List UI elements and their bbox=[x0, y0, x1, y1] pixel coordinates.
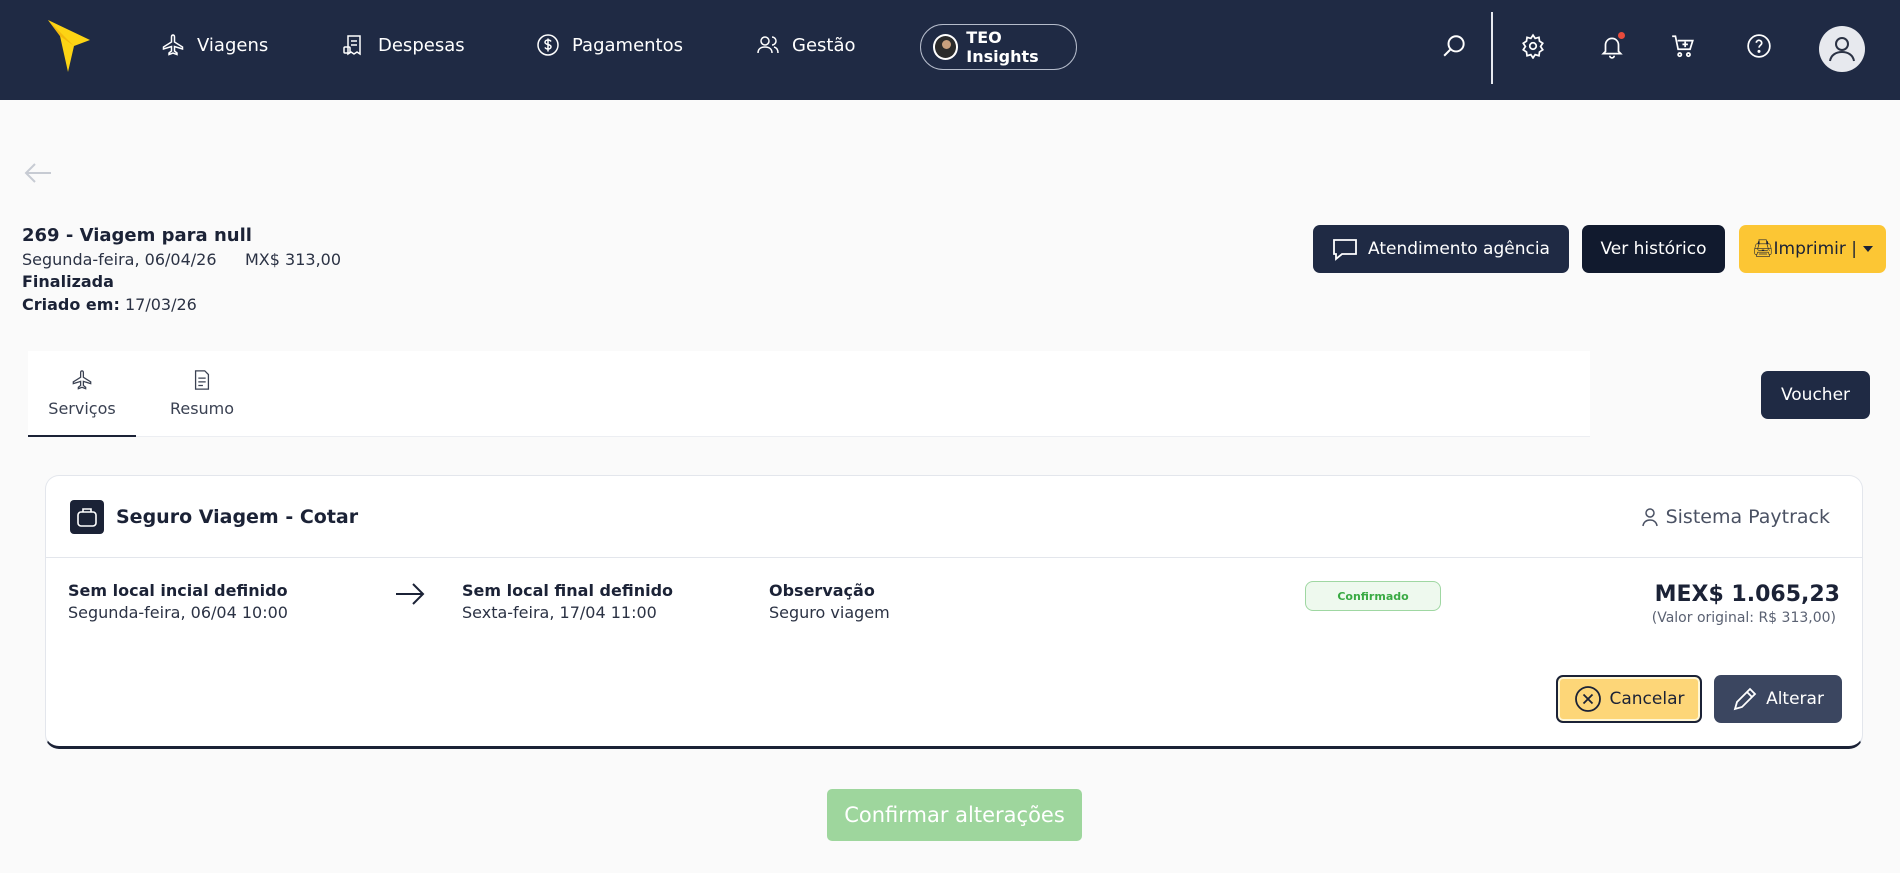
help-icon bbox=[1747, 34, 1771, 58]
voucher-label: Voucher bbox=[1780, 385, 1851, 405]
created-value: 17/03/26 bbox=[124, 295, 197, 314]
search-button[interactable] bbox=[1439, 30, 1471, 62]
plane-icon bbox=[72, 370, 92, 390]
help-button[interactable] bbox=[1743, 30, 1775, 62]
nav-pagamentos[interactable]: Pagamentos bbox=[536, 30, 683, 60]
caret-down-icon bbox=[1863, 246, 1874, 252]
nav-despesas[interactable]: Despesas bbox=[342, 30, 465, 60]
trip-date: Segunda-feira, 06/04/26 bbox=[22, 250, 217, 269]
origin-label: Sem local incial definido bbox=[68, 581, 288, 600]
users-icon bbox=[757, 36, 779, 54]
arrow-right-icon bbox=[396, 583, 425, 605]
user-icon bbox=[1829, 37, 1855, 62]
chat-icon bbox=[1333, 239, 1357, 261]
service-price: MEX$ 1.065,23 bbox=[1654, 582, 1840, 607]
luggage-icon bbox=[70, 500, 104, 534]
nav-viagens-label: Viagens bbox=[197, 34, 269, 56]
print-label: 🖨Imprimir | bbox=[1751, 239, 1858, 259]
top-navbar: Viagens Despesas Pagamentos Gestão TEO I… bbox=[0, 0, 1900, 100]
destination-date: Sexta-feira, 17/04 11:00 bbox=[462, 603, 657, 622]
observation-label: Observação bbox=[769, 581, 875, 600]
user-outline-icon bbox=[1641, 508, 1658, 527]
created-label: Criado em: bbox=[22, 295, 120, 314]
dollar-icon bbox=[537, 34, 559, 56]
print-button[interactable]: 🖨Imprimir | bbox=[1739, 225, 1886, 273]
service-provider-label: Sistema Paytrack bbox=[1665, 506, 1830, 528]
confirm-changes-button[interactable]: Confirmar alterações bbox=[827, 789, 1082, 841]
nav-gestao-label: Gestão bbox=[792, 34, 856, 56]
notification-dot bbox=[1618, 32, 1625, 39]
cart-icon bbox=[1672, 35, 1694, 58]
history-label: Ver histórico bbox=[1600, 239, 1707, 259]
trip-amount: MX$ 313,00 bbox=[245, 250, 342, 269]
history-button[interactable]: Ver histórico bbox=[1582, 225, 1725, 273]
close-circle-icon bbox=[1574, 686, 1601, 712]
search-icon bbox=[1443, 35, 1465, 57]
service-title: Seguro Viagem - Cotar bbox=[116, 506, 359, 528]
cart-button[interactable] bbox=[1667, 30, 1699, 62]
destination-label: Sem local final definido bbox=[462, 581, 674, 600]
receipt-icon bbox=[343, 35, 361, 56]
teo-avatar bbox=[933, 34, 959, 60]
tab-resumo-label: Resumo bbox=[169, 399, 235, 418]
pencil-icon bbox=[1733, 687, 1757, 711]
teo-insights-label: TEO Insights bbox=[966, 28, 1039, 66]
status-badge: Confirmado bbox=[1305, 581, 1441, 611]
document-icon bbox=[194, 370, 210, 390]
edit-button[interactable]: Alterar bbox=[1714, 675, 1842, 723]
tab-servicos[interactable]: Serviços bbox=[28, 369, 136, 437]
agency-support-button[interactable]: Atendimento agência bbox=[1313, 225, 1569, 273]
plane-icon bbox=[162, 34, 184, 56]
service-card: Seguro Viagem - Cotar Sistema Paytrack S… bbox=[45, 475, 1863, 749]
teo-insights-button[interactable]: TEO Insights bbox=[920, 24, 1077, 70]
service-card-header: Seguro Viagem - Cotar Sistema Paytrack bbox=[46, 476, 1862, 558]
tabs-panel: Serviços Resumo bbox=[28, 351, 1590, 437]
settings-button[interactable] bbox=[1517, 30, 1549, 62]
brand-logo[interactable] bbox=[48, 20, 90, 72]
back-arrow-icon[interactable] bbox=[24, 162, 52, 184]
nav-despesas-label: Despesas bbox=[378, 34, 465, 56]
origin-date: Segunda-feira, 06/04 10:00 bbox=[68, 603, 288, 622]
user-avatar[interactable] bbox=[1819, 26, 1865, 72]
observation-value: Seguro viagem bbox=[769, 603, 890, 622]
tab-servicos-label: Serviços bbox=[48, 399, 116, 418]
trip-created: Criado em: 17/03/26 bbox=[22, 295, 197, 314]
tab-resumo[interactable]: Resumo bbox=[162, 369, 242, 418]
service-price-original: (Valor original: R$ 313,00) bbox=[1651, 610, 1836, 626]
service-provider: Sistema Paytrack bbox=[1640, 506, 1830, 528]
edit-label: Alterar bbox=[1766, 689, 1824, 709]
cancel-button[interactable]: Cancelar bbox=[1556, 675, 1702, 723]
agency-support-label: Atendimento agência bbox=[1368, 239, 1550, 259]
cancel-label: Cancelar bbox=[1609, 689, 1685, 709]
nav-divider bbox=[1491, 12, 1493, 84]
nav-viagens[interactable]: Viagens bbox=[161, 30, 268, 60]
nav-pagamentos-label: Pagamentos bbox=[572, 34, 683, 56]
nav-gestao[interactable]: Gestão bbox=[756, 30, 856, 60]
confirm-changes-label: Confirmar alterações bbox=[844, 803, 1065, 827]
gear-icon bbox=[1522, 33, 1544, 59]
voucher-button[interactable]: Voucher bbox=[1761, 371, 1870, 419]
notifications-button[interactable] bbox=[1596, 30, 1628, 62]
trip-status: Finalizada bbox=[22, 272, 114, 291]
trip-title: 269 - Viagem para null bbox=[22, 225, 252, 246]
